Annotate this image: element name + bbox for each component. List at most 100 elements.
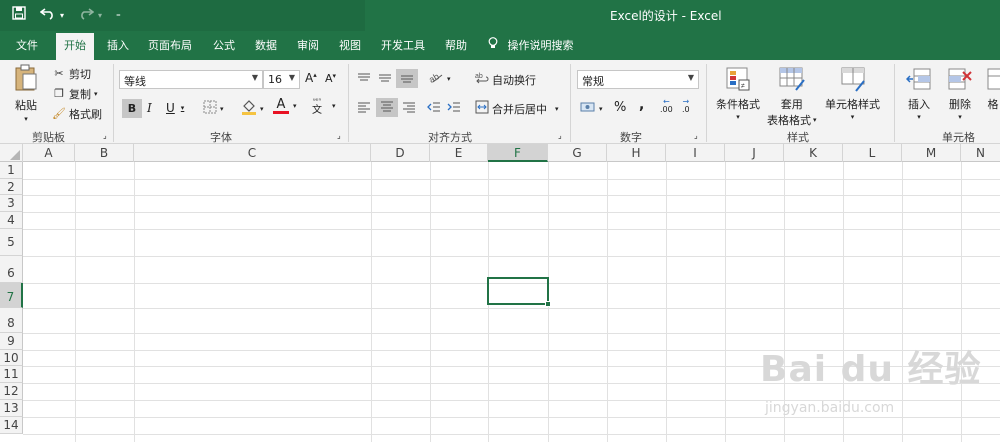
column-header[interactable]: K [784, 144, 843, 162]
align-top-button[interactable] [357, 72, 371, 87]
column-header[interactable]: J [725, 144, 784, 162]
font-color-dropdown-icon[interactable]: ▾ [293, 102, 297, 110]
tab-review[interactable]: 审阅 [297, 37, 319, 53]
tab-view[interactable]: 视图 [339, 37, 361, 53]
clipboard-launcher-icon[interactable]: ⌟ [103, 131, 107, 140]
tab-data[interactable]: 数据 [255, 37, 277, 53]
redo-dropdown-icon[interactable]: ▾ [98, 11, 102, 20]
undo-icon[interactable] [39, 6, 56, 24]
conditional-dropdown-icon: ▾ [736, 113, 740, 121]
row-header[interactable]: 8 [0, 308, 23, 333]
grow-font-button[interactable]: A ▴ [305, 71, 317, 85]
italic-button[interactable]: I [147, 101, 152, 115]
save-icon[interactable] [12, 6, 26, 24]
ribbon-tabs: 文件 开始 插入 页面布局 公式 数据 审阅 视图 开发工具 帮助 操作说明搜索 [0, 31, 1000, 60]
column-header[interactable]: I [666, 144, 725, 162]
row-header[interactable]: 9 [0, 333, 23, 350]
wrap-text-button[interactable]: ab 自动换行 [475, 71, 536, 88]
row-header[interactable]: 14 [0, 417, 23, 434]
borders-button[interactable]: ▾ [203, 100, 224, 117]
merge-center-button[interactable]: 合并后居中 ▾ [475, 100, 559, 117]
shrink-font-button[interactable]: A ▾ [325, 72, 336, 86]
tab-insert[interactable]: 插入 [107, 37, 129, 53]
tab-page-layout[interactable]: 页面布局 [148, 37, 192, 53]
worksheet-grid[interactable]: A B C D E F G H I J K L M N 1 2 3 4 5 6 … [0, 144, 1000, 442]
row-header-selected[interactable]: 7 [0, 283, 23, 308]
column-header[interactable]: D [371, 144, 430, 162]
format-as-table-button[interactable]: 套用 表格格式 ▾ [767, 66, 817, 128]
column-header[interactable]: C [134, 144, 371, 162]
row-header[interactable]: 2 [0, 179, 23, 195]
row-header[interactable]: 6 [0, 256, 23, 283]
active-cell[interactable] [487, 277, 551, 307]
row-header[interactable]: 13 [0, 400, 23, 417]
row-header[interactable]: 1 [0, 162, 23, 179]
align-right-button[interactable] [402, 101, 416, 116]
redo-icon[interactable] [78, 6, 95, 24]
orientation-button[interactable]: ab ▾ [427, 70, 450, 87]
decrease-decimal-glyph: .0 [682, 105, 690, 114]
decrease-decimal-button[interactable]: → .0 [682, 98, 690, 114]
row-header[interactable]: 12 [0, 383, 23, 400]
align-left-button[interactable] [357, 101, 371, 116]
format-painter-button[interactable]: 🖌 格式刷 [52, 106, 102, 122]
underline-button[interactable]: U ▾ [166, 101, 184, 115]
phonetic-dropdown-icon[interactable]: ▾ [332, 102, 336, 110]
row-header[interactable]: 4 [0, 212, 23, 229]
row-header[interactable]: 10 [0, 350, 23, 366]
select-all-corner[interactable] [0, 144, 23, 162]
font-name-combo[interactable]: 等线 ▼ [119, 70, 263, 89]
conditional-formatting-button[interactable]: ≠ 条件格式 ▾ [716, 66, 760, 121]
delete-cells-button[interactable]: 删除 ▾ [947, 66, 973, 121]
tab-home[interactable]: 开始 [56, 33, 94, 60]
align-center-button[interactable] [376, 98, 398, 117]
phonetic-button[interactable]: ᵘᵉⁿ 文 [312, 98, 322, 117]
number-format-combo[interactable]: 常规 ▼ [577, 70, 699, 89]
column-header[interactable]: E [430, 144, 488, 162]
tab-help[interactable]: 帮助 [445, 37, 467, 53]
row-header[interactable]: 11 [0, 366, 23, 383]
paint-bucket-icon [241, 99, 257, 118]
font-color-button[interactable]: A [273, 98, 289, 114]
tell-me-search[interactable]: 操作说明搜索 [488, 37, 574, 53]
column-header[interactable]: H [607, 144, 666, 162]
column-header[interactable]: N [961, 144, 1000, 162]
increase-indent-button[interactable] [447, 101, 461, 116]
cut-button[interactable]: ✂ 剪切 [52, 66, 91, 82]
column-header[interactable]: B [75, 144, 134, 162]
font-size-combo[interactable]: 16 ▼ [263, 70, 300, 89]
number-launcher-icon[interactable]: ⌟ [694, 131, 698, 140]
chevron-down-icon: ▼ [251, 73, 258, 82]
align-bottom-button[interactable] [396, 69, 418, 88]
decrease-indent-button[interactable] [427, 101, 441, 116]
column-header[interactable]: L [843, 144, 902, 162]
column-header[interactable]: M [902, 144, 961, 162]
fill-handle[interactable] [545, 301, 551, 307]
column-header[interactable]: G [548, 144, 607, 162]
insert-cells-button[interactable]: 插入 ▾ [905, 66, 932, 121]
percent-button[interactable]: % [614, 100, 626, 115]
conditional-formatting-label: 条件格式 [716, 98, 760, 111]
format-as-table-label-2: 表格格式 [767, 114, 811, 127]
increase-decimal-button[interactable]: ← .00 [660, 98, 673, 114]
bold-button[interactable]: B [122, 99, 142, 118]
alignment-launcher-icon[interactable]: ⌟ [558, 131, 562, 140]
tab-formulas[interactable]: 公式 [213, 37, 235, 53]
format-cells-button[interactable]: 格 [986, 66, 1000, 112]
customize-qat-icon[interactable]: ₌ [116, 10, 121, 20]
font-launcher-icon[interactable]: ⌟ [337, 131, 341, 140]
comma-style-button[interactable]: , [639, 97, 644, 113]
column-header[interactable]: A [23, 144, 75, 162]
row-header[interactable]: 5 [0, 229, 23, 256]
accounting-format-button[interactable]: ▾ [580, 100, 603, 117]
undo-dropdown-icon[interactable]: ▾ [60, 11, 64, 20]
tab-developer[interactable]: 开发工具 [381, 37, 425, 53]
cell-styles-button[interactable]: 单元格样式 ▾ [825, 66, 880, 121]
tab-file[interactable]: 文件 [16, 37, 38, 53]
column-header-selected[interactable]: F [488, 144, 548, 162]
copy-button[interactable]: ❐ 复制 ▾ [52, 86, 97, 102]
fill-color-button[interactable]: ▾ [241, 99, 264, 118]
row-header[interactable]: 3 [0, 195, 23, 212]
align-middle-button[interactable] [378, 72, 392, 87]
paste-button[interactable]: 粘贴 ▾ [14, 64, 38, 123]
